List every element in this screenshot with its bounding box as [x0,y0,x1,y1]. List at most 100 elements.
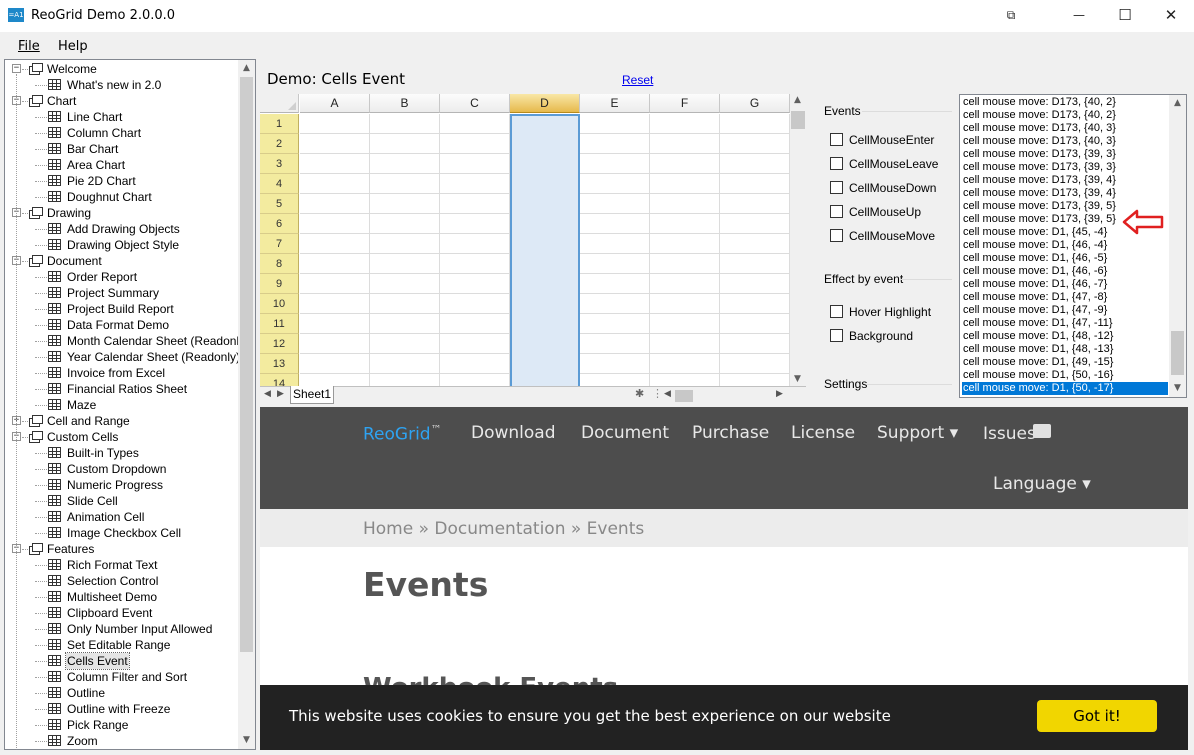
tree-category[interactable]: Custom Cells [47,429,118,445]
tree-item[interactable]: Cells Event [65,652,130,670]
tree-item[interactable]: Add Drawing Objects [66,221,181,237]
row-header[interactable]: 8 [260,254,299,274]
log-entry[interactable]: cell mouse move: D1, {49, -15} [963,356,1169,369]
nav-link[interactable]: Purchase [692,423,769,443]
log-entry[interactable]: cell mouse move: D173, {39, 3} [963,148,1169,161]
tree-item[interactable]: Year Calendar Sheet (Readonly) [66,349,241,365]
row-header[interactable]: 4 [260,174,299,194]
log-entry[interactable]: cell mouse move: D1, {48, -13} [963,343,1169,356]
checkbox-icon[interactable] [830,157,843,171]
log-entry[interactable]: cell mouse move: D1, {46, -4} [963,239,1169,252]
log-scrollbar[interactable]: ▲ ▼ [1169,95,1186,397]
sheet-hscroll-thumb[interactable] [675,390,693,402]
event-log-list[interactable]: cell mouse move: D173, {40, 2} cell mouse… [959,94,1187,398]
select-all-corner[interactable] [260,94,299,113]
log-entry[interactable]: cell mouse move: D173, {40, 3} [963,135,1169,148]
checkbox-icon[interactable] [830,181,843,195]
nav-link[interactable]: Support ▾ [877,423,958,443]
tree-scroll-thumb[interactable] [240,77,253,652]
spreadsheet[interactable]: ABCDEFG 1 2 3 4 5 6 7 8 9 10 11 12 13 14 ▲ ▼ ◀ ▶ Shee… [260,94,806,404]
checkbox-icon[interactable] [830,329,843,343]
row-header[interactable]: 2 [260,134,299,154]
reset-link[interactable]: Reset [622,73,653,87]
log-entry[interactable]: cell mouse move: D173, {39, 4} [963,187,1169,200]
log-entry[interactable]: cell mouse move: D1, {47, -8} [963,291,1169,304]
restore-icon[interactable]: ⧉ [988,0,1034,30]
column-header[interactable]: A [300,94,370,113]
tree-item[interactable]: Pie 2D Chart [66,173,137,189]
tree-item[interactable]: Column Chart [66,125,142,141]
tree-item[interactable]: Animation Cell [66,509,145,525]
column-header[interactable]: E [580,94,650,113]
brand-link[interactable]: ReoGrid™ [363,423,442,445]
row-header[interactable]: 5 [260,194,299,214]
cell-grid[interactable] [300,114,790,386]
tree-item[interactable]: Built-in Types [66,445,140,461]
row-header[interactable]: 1 [260,114,299,134]
tree-category[interactable]: Document [47,253,102,269]
tree-item[interactable]: Outline with Freeze [66,701,171,717]
log-entry[interactable]: cell mouse move: D1, {50, -17} [962,382,1168,395]
log-entry[interactable]: cell mouse move: D1, {46, -5} [963,252,1169,265]
scroll-left-icon[interactable]: ◀ [664,388,671,399]
log-entry[interactable]: cell mouse move: D1, {47, -11} [963,317,1169,330]
tree-item[interactable]: Rich Format Text [66,557,158,573]
log-entry[interactable]: cell mouse move: D1, {46, -6} [963,265,1169,278]
row-header[interactable]: 6 [260,214,299,234]
row-header[interactable]: 10 [260,294,299,314]
tree-item[interactable]: Numeric Progress [66,477,164,493]
tree-item[interactable]: Slide Cell [66,493,119,509]
sheet-tab[interactable]: Sheet1 [290,386,334,404]
log-entry[interactable]: cell mouse move: D1, {48, -12} [963,330,1169,343]
log-entry[interactable]: cell mouse move: D173, {39, 4} [963,174,1169,187]
tree-item[interactable]: Line Chart [66,109,123,125]
row-header[interactable]: 7 [260,234,299,254]
tree-item[interactable]: Zoom [66,733,99,749]
log-entry[interactable]: cell mouse move: D173, {40, 2} [963,109,1169,122]
column-header[interactable]: F [650,94,720,113]
scroll-up-icon[interactable]: ▲ [238,60,255,77]
expand-toggle-icon[interactable]: − [12,64,21,73]
log-entry[interactable]: cell mouse move: D1, {47, -9} [963,304,1169,317]
scroll-down-icon[interactable]: ▼ [238,732,255,749]
tree-item[interactable]: Financial Ratios Sheet [66,381,188,397]
menu-file[interactable]: File [18,39,40,54]
tree-item[interactable]: Selection Control [66,573,159,589]
breadcrumb[interactable]: Home » Documentation » Events [363,519,644,539]
tree-item[interactable]: What's new in 2.0 [66,77,162,93]
log-entry[interactable]: cell mouse move: D173, {40, 2} [963,96,1169,109]
new-sheet-icon[interactable]: ✱ [635,387,644,400]
close-button[interactable]: ✕ [1148,0,1194,30]
sheet-vertical-scrollbar[interactable]: ▲ ▼ [790,94,806,386]
tree-item[interactable]: Set Editable Range [66,637,171,653]
splitter-handle[interactable]: ⋮ [652,387,663,400]
event-checkbox[interactable]: CellMouseDown [830,180,936,196]
nav-link[interactable]: Issues [983,424,1036,444]
event-checkbox[interactable]: CellMouseEnter [830,132,934,148]
tree-category[interactable]: Cell and Range [47,413,130,429]
log-entry[interactable]: cell mouse move: D173, {39, 3} [963,161,1169,174]
tree-category[interactable]: Features [47,541,94,557]
row-header[interactable]: 12 [260,334,299,354]
nav-link[interactable]: Download [471,423,556,443]
cookie-accept-button[interactable]: Got it! [1037,700,1157,732]
nav-link[interactable]: Document [581,423,669,443]
log-entry[interactable]: cell mouse move: D173, {40, 3} [963,122,1169,135]
row-header[interactable]: 9 [260,274,299,294]
minimize-button[interactable]: — [1056,0,1102,30]
tree-item[interactable]: Column Filter and Sort [66,669,188,685]
menu-help[interactable]: Help [58,39,88,54]
checkbox-icon[interactable] [830,205,843,219]
event-checkbox[interactable]: CellMouseUp [830,204,921,220]
tree-item[interactable]: Image Checkbox Cell [66,525,182,541]
tree-category[interactable]: Welcome [47,61,97,77]
row-header[interactable]: 13 [260,354,299,374]
effect-checkbox[interactable]: Background [830,328,913,344]
column-header[interactable]: B [370,94,440,113]
scroll-up-icon[interactable]: ▲ [789,92,806,109]
tree-item[interactable]: Project Build Report [66,301,175,317]
column-header[interactable]: G [720,94,790,113]
tree-item[interactable]: Clipboard Event [66,605,153,621]
tree-scrollbar[interactable]: ▲ ▼ [238,60,255,749]
tree-item[interactable]: Doughnut Chart [66,189,153,205]
